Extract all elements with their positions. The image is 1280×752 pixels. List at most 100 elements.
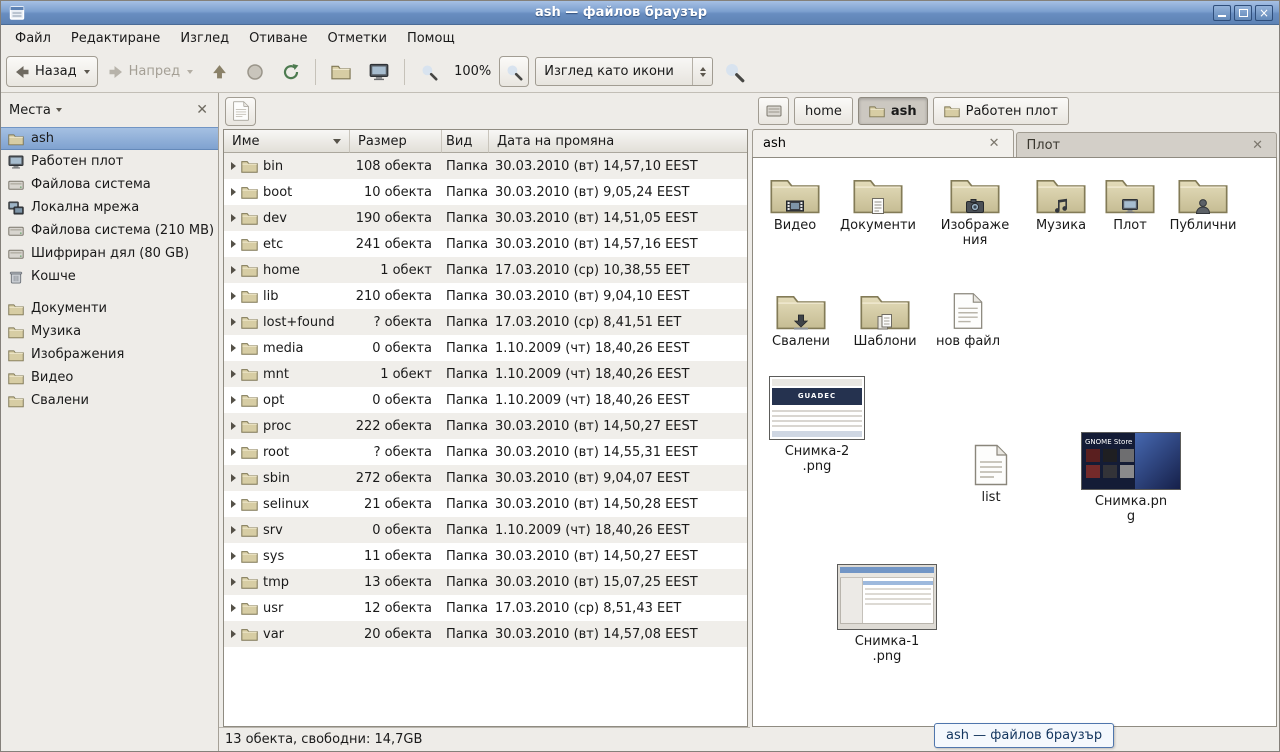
computer-button[interactable] — [361, 56, 397, 87]
minimize-button[interactable] — [1213, 5, 1231, 21]
expander-icon[interactable] — [231, 292, 236, 300]
table-row[interactable]: opt 0 обекта Папка 1.10.2009 (чт) 18,40,… — [224, 387, 747, 413]
expander-icon[interactable] — [231, 240, 236, 248]
close-button[interactable]: × — [1255, 5, 1273, 21]
maximize-button[interactable] — [1234, 5, 1252, 21]
expander-icon[interactable] — [231, 474, 236, 482]
table-row[interactable]: tmp 13 обекта Папка 30.03.2010 (вт) 15,0… — [224, 569, 747, 595]
expander-icon[interactable] — [231, 526, 236, 534]
menu-go[interactable]: Отиване — [239, 25, 317, 51]
breadcrumb-home[interactable]: home — [794, 97, 853, 125]
table-row[interactable]: mnt 1 обект Папка 1.10.2009 (чт) 18,40,2… — [224, 361, 747, 387]
expander-icon[interactable] — [231, 370, 236, 378]
icon-item-templates[interactable]: Шаблони — [845, 290, 925, 349]
table-row[interactable]: lost+found ? обекта Папка 17.03.2010 (ср… — [224, 309, 747, 335]
expander-icon[interactable] — [231, 266, 236, 274]
sidebar-item-video[interactable]: Видео — [1, 366, 218, 389]
titlebar[interactable]: ash — файлов браузър × — [1, 1, 1279, 25]
table-row[interactable]: usr 12 обекта Папка 17.03.2010 (ср) 8,51… — [224, 595, 747, 621]
tab-close-icon[interactable]: ✕ — [986, 136, 1003, 151]
table-row[interactable]: srv 0 обекта Папка 1.10.2009 (чт) 18,40,… — [224, 517, 747, 543]
pane-icon-button[interactable] — [225, 97, 256, 126]
sidebar-item-documents[interactable]: Документи — [1, 297, 218, 320]
expander-icon[interactable] — [231, 552, 236, 560]
icon-item-public[interactable]: Публични — [1163, 174, 1243, 233]
table-row[interactable]: sys 11 обекта Папка 30.03.2010 (вт) 14,5… — [224, 543, 747, 569]
icon-view[interactable]: Видео Документи Изображения — [752, 157, 1277, 727]
sidebar-item-music[interactable]: Музика — [1, 320, 218, 343]
icon-item-new-file[interactable]: нов файл — [928, 292, 1008, 349]
icon-item-video[interactable]: Видео — [755, 174, 835, 233]
expander-icon[interactable] — [231, 344, 236, 352]
expander-icon[interactable] — [231, 188, 236, 196]
icon-item-documents[interactable]: Документи — [838, 174, 918, 233]
column-header-modified[interactable]: Дата на промяна — [489, 130, 747, 153]
tab-close-icon[interactable]: ✕ — [1249, 138, 1266, 153]
expander-icon[interactable] — [231, 318, 236, 326]
expander-icon[interactable] — [231, 396, 236, 404]
sidebar-item-trash[interactable]: Кошче — [1, 265, 218, 288]
expander-icon[interactable] — [231, 422, 236, 430]
zoom-in-button[interactable] — [499, 56, 529, 87]
menu-edit[interactable]: Редактиране — [61, 25, 170, 51]
expander-icon[interactable] — [231, 604, 236, 612]
table-row[interactable]: proc 222 обекта Папка 30.03.2010 (вт) 14… — [224, 413, 747, 439]
table-row[interactable]: boot 10 обекта Папка 30.03.2010 (вт) 9,0… — [224, 179, 747, 205]
table-row[interactable]: dev 190 обекта Папка 30.03.2010 (вт) 14,… — [224, 205, 747, 231]
tab-ash[interactable]: ash ✕ — [752, 129, 1014, 157]
sidebar-item-network[interactable]: Локална мрежа — [1, 196, 218, 219]
sidebar-selector-icon[interactable] — [56, 108, 62, 112]
back-dropdown-icon[interactable] — [84, 70, 90, 74]
table-row[interactable]: root ? обекта Папка 30.03.2010 (вт) 14,5… — [224, 439, 747, 465]
table-row[interactable]: bin 108 обекта Папка 30.03.2010 (вт) 14,… — [224, 153, 747, 179]
expander-icon[interactable] — [231, 162, 236, 170]
table-row[interactable]: media 0 обекта Папка 1.10.2009 (чт) 18,4… — [224, 335, 747, 361]
up-button[interactable] — [203, 56, 236, 87]
table-row[interactable]: var 20 обекта Папка 30.03.2010 (вт) 14,5… — [224, 621, 747, 647]
icon-item-desktop[interactable]: Плот — [1090, 174, 1170, 233]
sidebar-item-encrypted-80gb[interactable]: Шифриран дял (80 GB) — [1, 242, 218, 265]
sidebar-item-ash[interactable]: ash — [1, 127, 218, 150]
table-row[interactable]: home 1 обект Папка 17.03.2010 (ср) 10,38… — [224, 257, 747, 283]
menu-file[interactable]: Файл — [5, 25, 61, 51]
sidebar-item-filesystem-210mb[interactable]: Файлова система (210 MB) — [1, 219, 218, 242]
tab-desktop[interactable]: Плот ✕ — [1016, 132, 1278, 157]
expander-icon[interactable] — [231, 578, 236, 586]
expander-icon[interactable] — [231, 500, 236, 508]
icon-item-list[interactable]: list — [951, 444, 1031, 505]
sidebar-item-filesystem[interactable]: Файлова система — [1, 173, 218, 196]
icon-item-downloads[interactable]: Свалени — [761, 290, 841, 349]
zoom-out-button[interactable] — [412, 56, 446, 87]
expander-icon[interactable] — [231, 214, 236, 222]
sidebar-item-desktop[interactable]: Работен плот — [1, 150, 218, 173]
table-row[interactable]: lib 210 обекта Папка 30.03.2010 (вт) 9,0… — [224, 283, 747, 309]
menu-bookmarks[interactable]: Отметки — [317, 25, 396, 51]
expander-icon[interactable] — [231, 630, 236, 638]
reload-button[interactable] — [274, 56, 308, 87]
path-root-button[interactable] — [758, 97, 789, 125]
table-row[interactable]: selinux 21 обекта Папка 30.03.2010 (вт) … — [224, 491, 747, 517]
icon-item-snimka2[interactable]: GUADEC Снимка-2.png — [767, 376, 867, 474]
table-row[interactable]: sbin 272 обекта Папка 30.03.2010 (вт) 9,… — [224, 465, 747, 491]
menu-help[interactable]: Помощ — [397, 25, 465, 51]
sidebar-close-icon[interactable]: ✕ — [196, 103, 208, 117]
search-button[interactable] — [715, 56, 753, 87]
sidebar-item-downloads[interactable]: Свалени — [1, 389, 218, 412]
home-button[interactable] — [323, 56, 359, 87]
icon-item-snimka1[interactable]: Снимка-1.png — [835, 564, 939, 664]
expander-icon[interactable] — [231, 448, 236, 456]
breadcrumb-desktop[interactable]: Работен плот — [933, 97, 1069, 125]
table-row[interactable]: etc 241 обекта Папка 30.03.2010 (вт) 14,… — [224, 231, 747, 257]
column-header-name[interactable]: Име — [224, 130, 350, 153]
back-button[interactable]: Назад — [6, 56, 98, 87]
menu-view[interactable]: Изглед — [170, 25, 239, 51]
sidebar-item-pictures[interactable]: Изображения — [1, 343, 218, 366]
column-header-size[interactable]: Размер — [350, 130, 442, 153]
view-mode-arrows[interactable] — [692, 58, 712, 85]
icon-item-music[interactable]: Музика — [1021, 174, 1101, 233]
icon-item-snimka[interactable]: GNOME Store Снимка.png — [1079, 432, 1183, 524]
forward-button[interactable]: Напред — [100, 56, 201, 87]
column-header-type[interactable]: Вид — [442, 130, 489, 153]
sidebar-title[interactable]: Места — [9, 103, 51, 118]
icon-item-pictures[interactable]: Изображения — [933, 174, 1017, 248]
